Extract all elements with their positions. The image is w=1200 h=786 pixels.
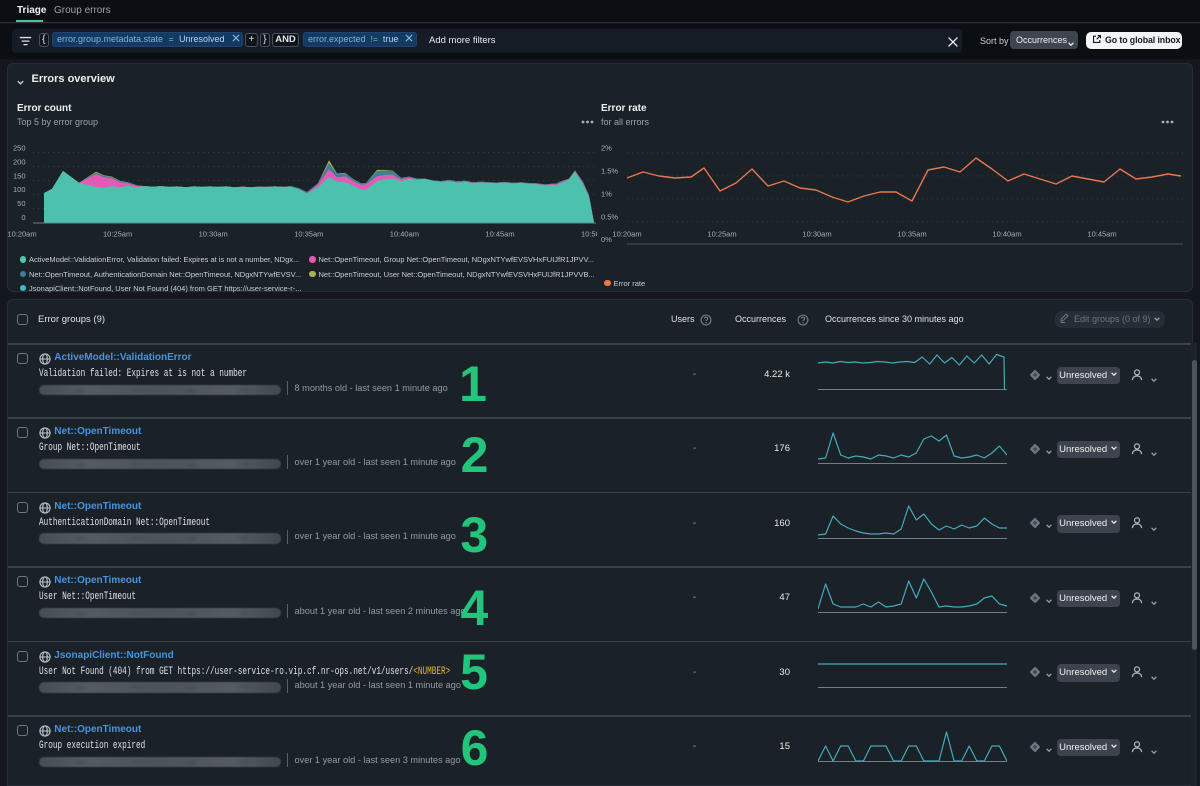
svg-text:10:35am: 10:35am: [294, 230, 323, 239]
svg-text:150: 150: [13, 171, 26, 180]
svg-text:250: 250: [13, 144, 26, 153]
svg-text:1%: 1%: [601, 189, 612, 198]
svg-text:10:20am: 10:20am: [612, 230, 641, 239]
svg-text:0%: 0%: [601, 235, 612, 244]
svg-text:10:45am: 10:45am: [1087, 230, 1116, 239]
svg-text:10:40am: 10:40am: [390, 230, 419, 239]
svg-text:10:20am: 10:20am: [7, 230, 36, 239]
svg-text:50: 50: [17, 199, 25, 208]
svg-text:10:35am: 10:35am: [897, 230, 926, 239]
svg-text:10:30am: 10:30am: [802, 230, 831, 239]
svg-text:0: 0: [21, 213, 25, 222]
svg-text:100: 100: [13, 185, 26, 194]
svg-text:0.5%: 0.5%: [601, 212, 618, 221]
svg-text:10:30am: 10:30am: [199, 230, 228, 239]
svg-text:200: 200: [13, 157, 26, 166]
svg-text:1.5%: 1.5%: [601, 167, 618, 176]
svg-text:10:25am: 10:25am: [707, 230, 736, 239]
svg-text:2%: 2%: [601, 144, 612, 153]
svg-text:10:25am: 10:25am: [103, 230, 132, 239]
svg-text:10:40am: 10:40am: [992, 230, 1021, 239]
svg-text:10:45am: 10:45am: [485, 230, 514, 239]
